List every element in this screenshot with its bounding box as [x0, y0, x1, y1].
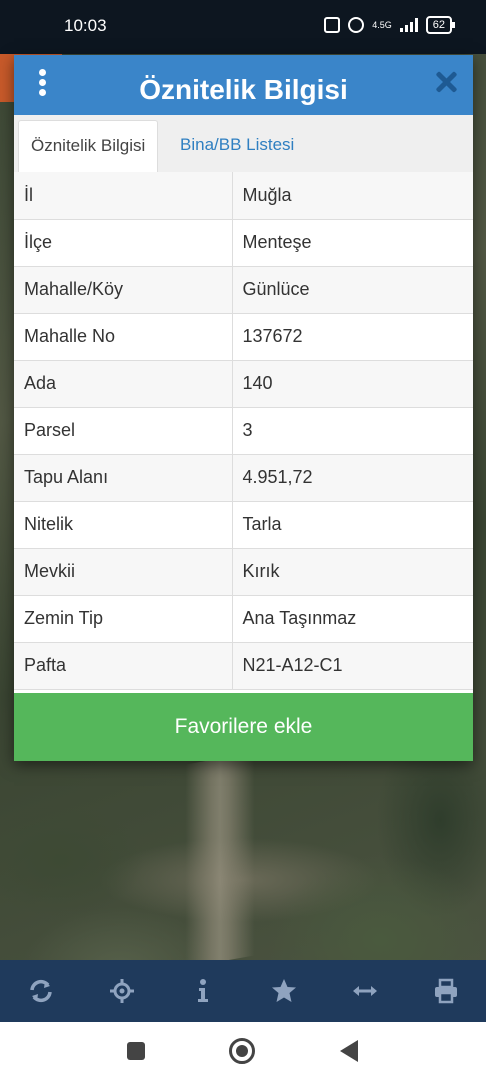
status-bar: 10:03 4.5G 62	[0, 0, 486, 54]
table-row: İl Muğla	[14, 172, 473, 219]
table-row: Pafta N21-A12-C1	[14, 642, 473, 689]
bottom-toolbar	[0, 960, 486, 1022]
signal-icon	[399, 18, 418, 32]
back-icon[interactable]	[340, 1040, 358, 1062]
measure-icon[interactable]	[345, 971, 385, 1011]
system-nav-bar	[0, 1022, 486, 1080]
attribute-value: Ana Taşınmaz	[242, 608, 357, 628]
locate-icon[interactable]	[102, 971, 142, 1011]
attribute-value: Kırık	[242, 561, 280, 581]
info-icon[interactable]	[183, 971, 223, 1011]
attribute-key: Nitelik	[14, 501, 233, 548]
star-icon[interactable]	[264, 971, 304, 1011]
status-icons: 4.5G 62	[324, 16, 456, 34]
alarm-icon	[348, 17, 365, 33]
add-to-favorites-button[interactable]: Favorilere ekle	[14, 693, 473, 761]
table-row: İlçe Menteşe	[14, 219, 473, 266]
attribute-key: Mevkii	[14, 548, 233, 595]
attribute-value: Menteşe	[242, 232, 312, 252]
table-row: Mahalle/Köy Günlüce	[14, 266, 473, 313]
table-row: Zemin Tip Ana Taşınmaz	[14, 595, 473, 642]
table-row: Nitelik Tarla	[14, 501, 473, 548]
close-icon[interactable]	[433, 69, 459, 95]
attribute-key: Tapu Alanı	[14, 454, 233, 501]
attribute-value: Günlüce	[242, 279, 310, 299]
print-icon[interactable]	[426, 971, 466, 1011]
tab-bar: Öznitelik Bilgisi Bina/BB Listesi	[14, 115, 473, 173]
attribute-key: Mahalle/Köy	[14, 266, 233, 313]
attribute-value: 137672	[242, 326, 303, 346]
attribute-key: Ada	[14, 360, 233, 407]
attribute-value: 4.951,72	[242, 467, 313, 487]
attribute-key: İlçe	[14, 219, 233, 266]
dialog-header: Öznitelik Bilgisi	[14, 55, 473, 115]
attribute-value: N21-A12-C1	[242, 655, 343, 675]
recent-apps-icon[interactable]	[127, 1042, 145, 1060]
attribute-value: 140	[242, 373, 273, 393]
table-row: Tapu Alanı 4.951,72	[14, 454, 473, 501]
attribute-table: İl Muğla İlçe Menteşe Mahalle/Köy Günlüce Maha…	[14, 172, 473, 690]
attribute-value: Tarla	[242, 514, 282, 534]
dialog-title: Öznitelik Bilgisi	[139, 74, 348, 105]
battery-icon: 62	[425, 16, 456, 34]
attribute-value: 3	[242, 420, 253, 440]
attribute-key: Zemin Tip	[14, 595, 233, 642]
table-row: Ada 140	[14, 360, 473, 407]
tab-building-list[interactable]: Bina/BB Listesi	[168, 120, 306, 172]
nfc-icon	[324, 17, 341, 33]
attribute-dialog: Öznitelik Bilgisi Öznitelik Bilgisi Bina…	[14, 55, 473, 761]
network-type: 4.5G	[372, 19, 392, 30]
attribute-key: Mahalle No	[14, 313, 233, 360]
attribute-value: Muğla	[242, 184, 292, 205]
tab-attribute-info[interactable]: Öznitelik Bilgisi	[18, 120, 159, 172]
attribute-key: Pafta	[14, 642, 233, 689]
home-icon[interactable]	[229, 1038, 255, 1064]
attribute-key: Parsel	[14, 407, 233, 454]
table-row: Parsel 3	[14, 407, 473, 454]
attribute-key: İl	[14, 172, 233, 219]
refresh-icon[interactable]	[21, 971, 61, 1011]
status-time: 10:03	[64, 16, 107, 35]
table-row: Mevkii Kırık	[14, 548, 473, 595]
table-row: Mahalle No 137672	[14, 313, 473, 360]
